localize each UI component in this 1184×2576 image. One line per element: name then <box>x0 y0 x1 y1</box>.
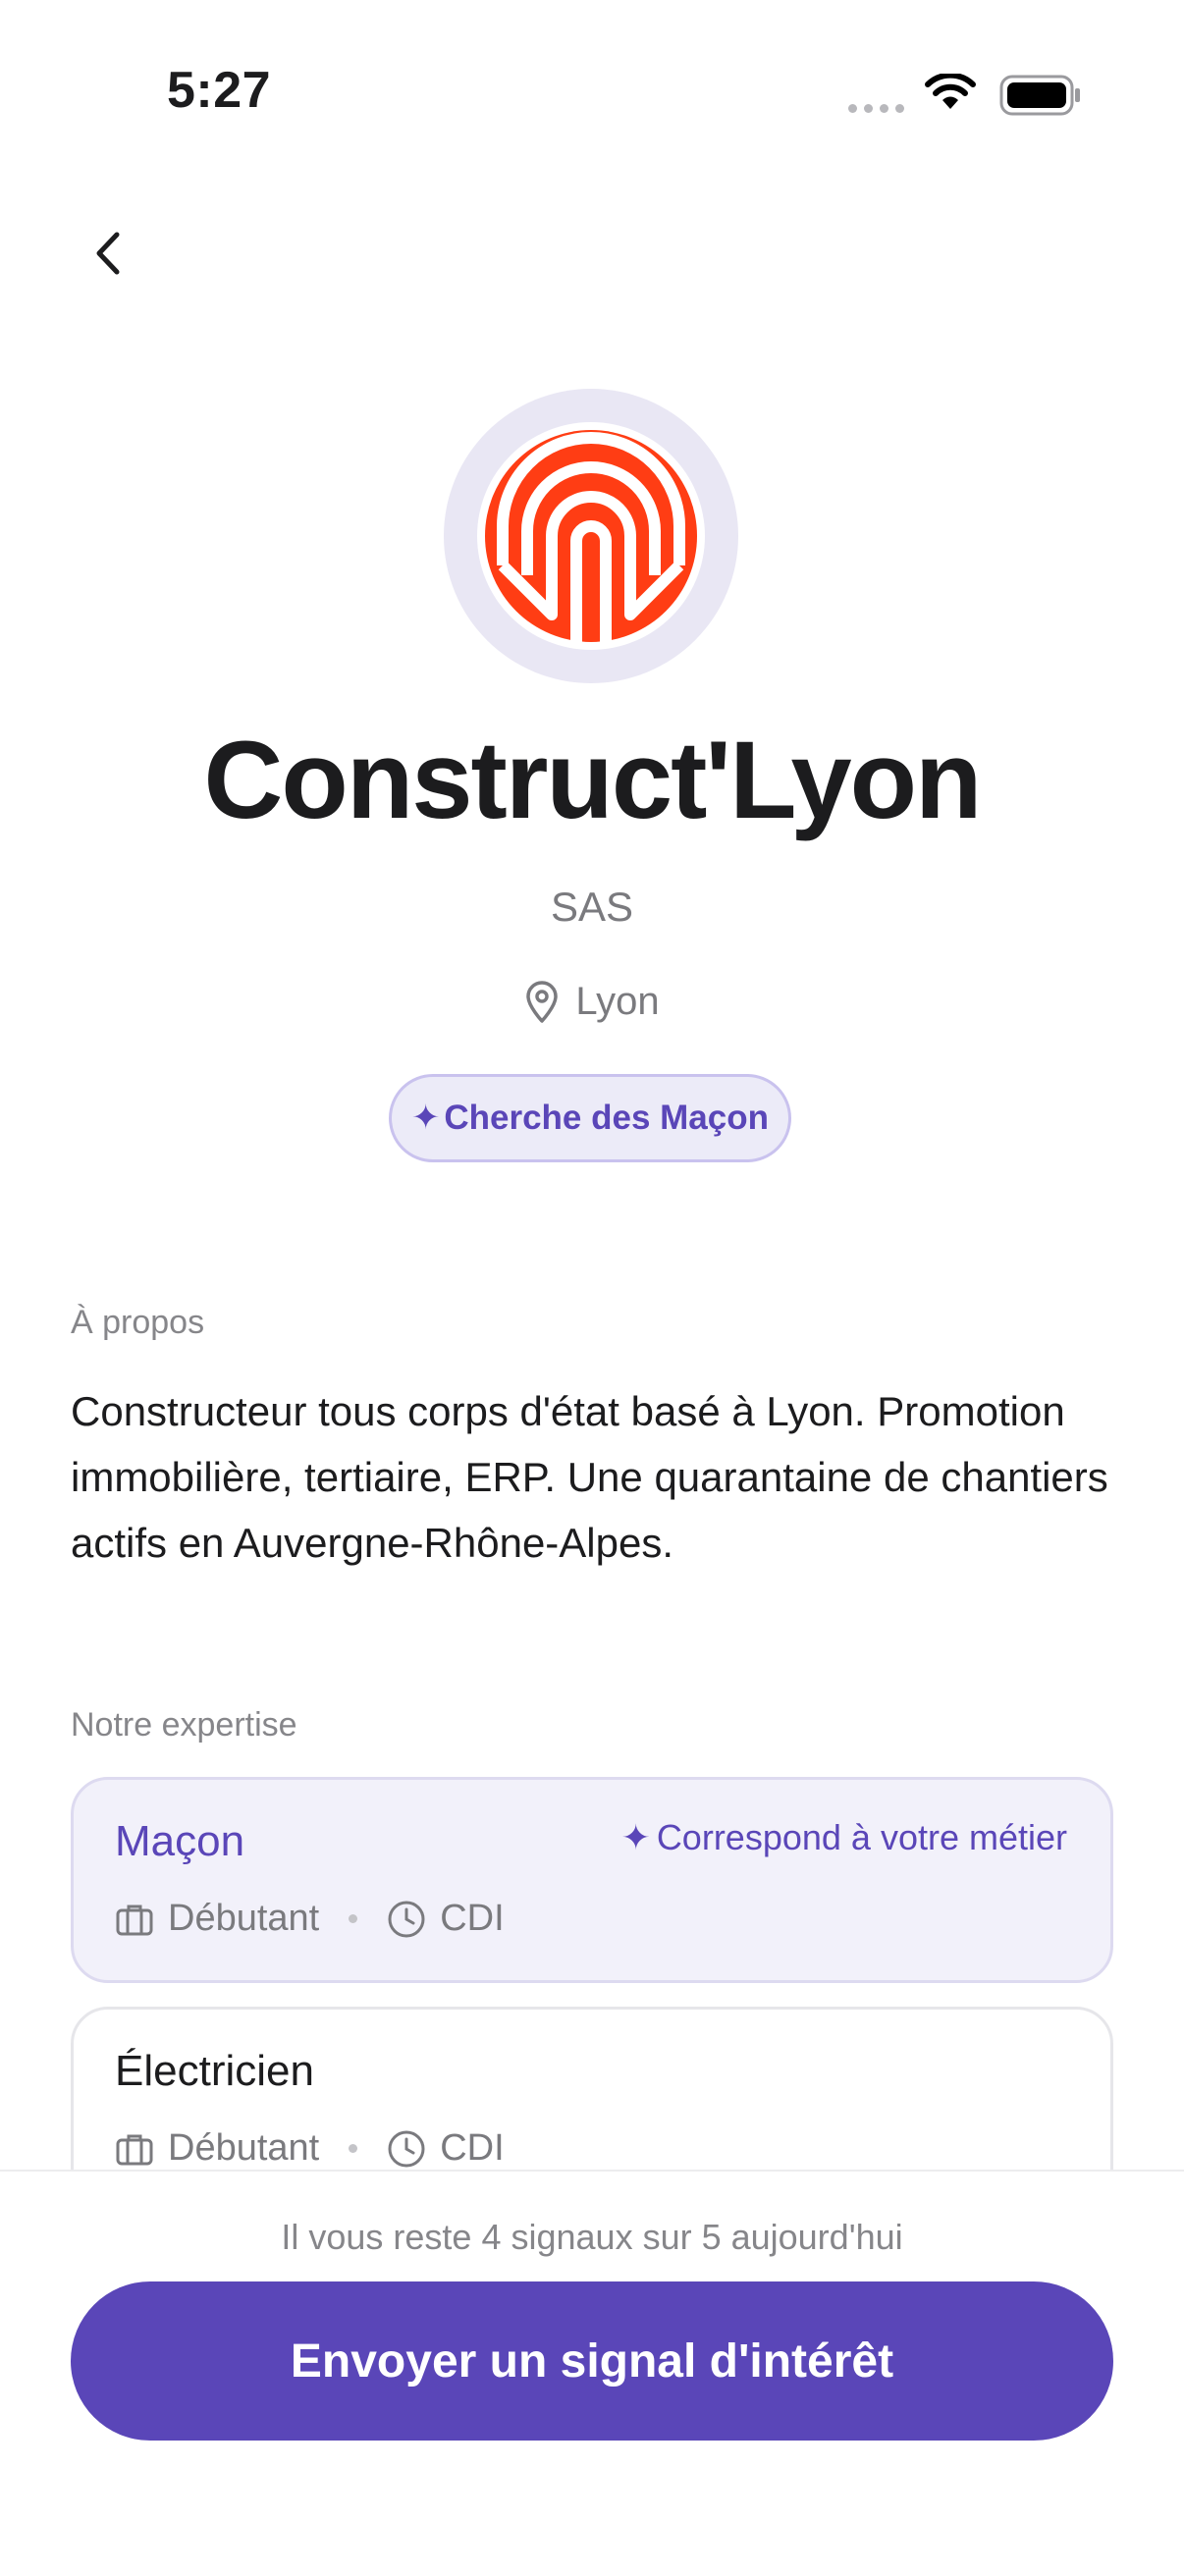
sparkle-icon: ✦ <box>620 1817 651 1857</box>
looking-for-label: Cherche des Maçon <box>444 1099 769 1137</box>
company-legal-form: SAS <box>550 884 634 930</box>
experience-level: Débutant <box>168 2127 320 2169</box>
company-logo <box>444 389 738 683</box>
company-name: Construct'Lyon <box>203 719 983 841</box>
clock-icon <box>388 1901 425 1937</box>
send-interest-signal-button[interactable]: Envoyer un signal d'intérêt <box>71 2281 1113 2441</box>
expertise-title: Électricien <box>115 2047 314 2095</box>
experience-level: Débutant <box>168 1898 320 1939</box>
contract-type: CDI <box>440 2127 505 2169</box>
expertise-meta: Débutant CDI <box>115 1898 505 1940</box>
separator-dot <box>349 2144 358 2153</box>
bottom-action-bar: Il vous reste 4 signaux sur 5 aujourd'hu… <box>0 2170 1184 2576</box>
briefcase-icon <box>116 1905 153 1935</box>
about-text: Constructeur tous corps d'état basé à Ly… <box>71 1388 1108 1566</box>
chevron-left-icon <box>96 232 120 275</box>
company-location: Lyon <box>0 980 1184 1024</box>
wifi-icon <box>925 74 976 109</box>
separator-dot <box>349 1914 358 1923</box>
expertise-card-macon[interactable]: Maçon ✦ Correspond à votre métier Débuta… <box>71 1777 1113 1983</box>
map-pin-icon <box>526 980 559 1023</box>
match-label: Correspond à votre métier <box>656 1817 1067 1857</box>
company-city: Lyon <box>575 980 660 1023</box>
status-time: 5:27 <box>167 62 272 119</box>
looking-for-badge: ✦ Cherche des Maçon <box>389 1074 791 1162</box>
sparkle-icon: ✦ <box>411 1099 441 1137</box>
clock-icon <box>388 2130 425 2167</box>
expertise-section-label: Notre expertise <box>71 1706 297 1744</box>
signals-remaining: Il vous reste 4 signaux sur 5 aujourd'hu… <box>281 2217 903 2257</box>
expertise-meta: Débutant CDI <box>115 2127 505 2170</box>
back-button[interactable] <box>69 214 147 293</box>
cellular-signal-icon <box>848 104 904 113</box>
expertise-title: Maçon <box>115 1817 245 1865</box>
battery-icon <box>999 75 1080 116</box>
match-badge: ✦ Correspond à votre métier <box>621 1817 1067 1858</box>
briefcase-icon <box>116 2134 153 2165</box>
contract-type: CDI <box>440 1898 505 1939</box>
about-section-label: À propos <box>71 1304 205 1341</box>
